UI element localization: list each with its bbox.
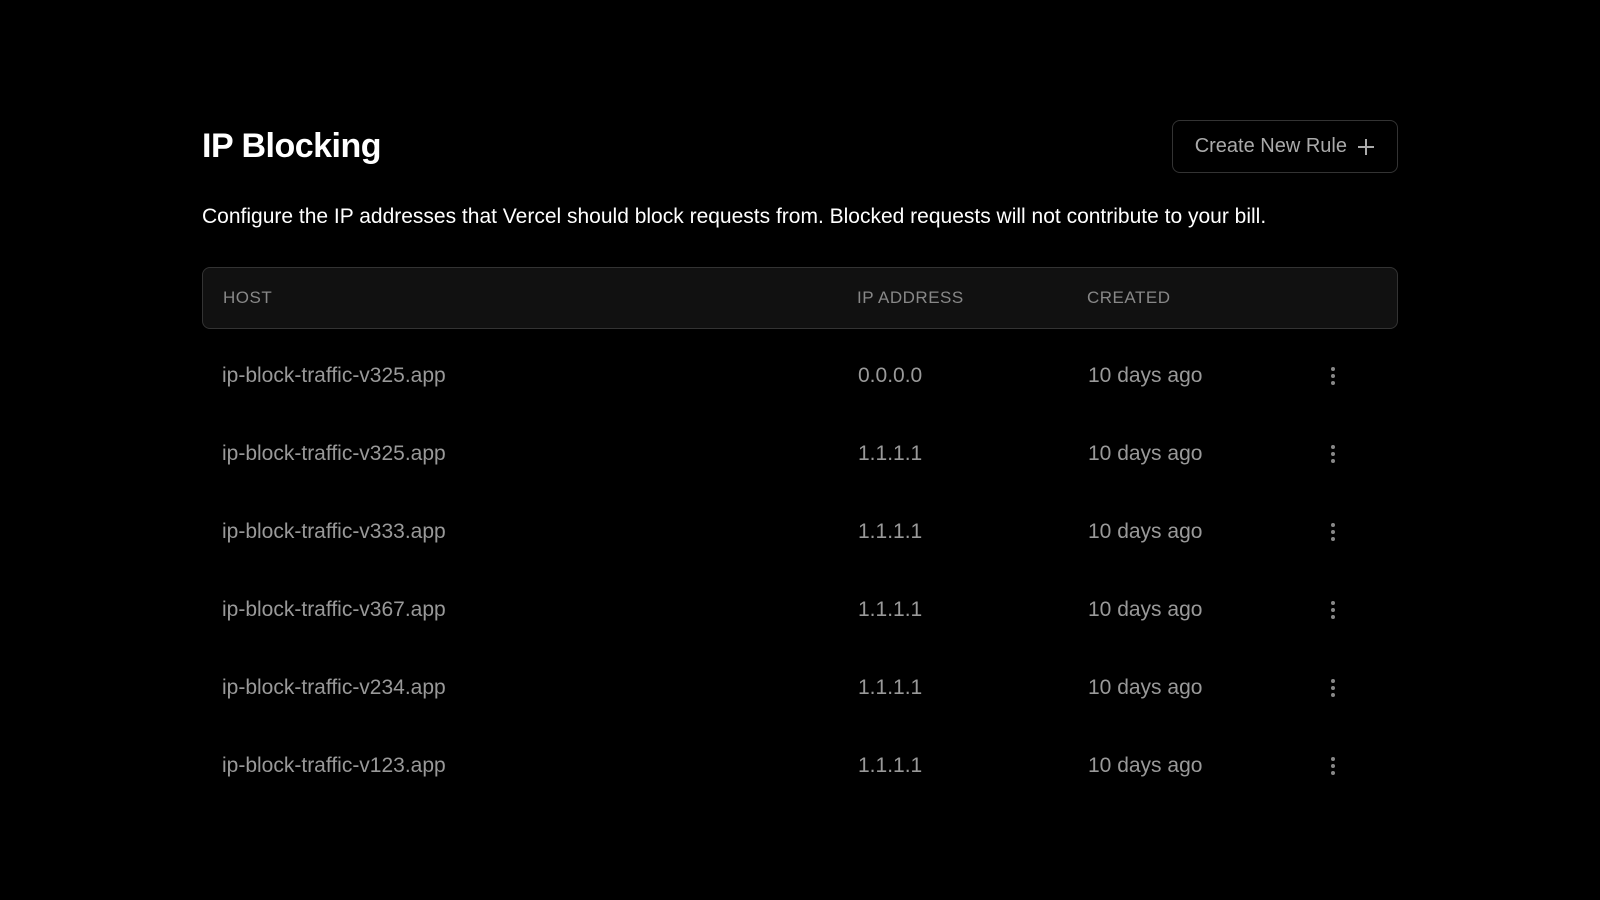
cell-ip-address: 0.0.0.0 (858, 364, 1088, 388)
cell-host: ip-block-traffic-v325.app (222, 442, 858, 466)
table-row: ip-block-traffic-v123.app 1.1.1.1 10 day… (202, 727, 1398, 805)
cell-host: ip-block-traffic-v123.app (222, 754, 858, 778)
cell-host: ip-block-traffic-v367.app (222, 598, 858, 622)
more-actions-button[interactable] (1318, 439, 1348, 469)
cell-ip-address: 1.1.1.1 (858, 442, 1088, 466)
cell-ip-address: 1.1.1.1 (858, 676, 1088, 700)
page-title: IP Blocking (202, 127, 381, 166)
main-container: IP Blocking Create New Rule Configure th… (100, 0, 1500, 805)
create-button-label: Create New Rule (1195, 135, 1347, 158)
cell-created: 10 days ago (1088, 598, 1318, 622)
table-row: ip-block-traffic-v325.app 1.1.1.1 10 day… (202, 415, 1398, 493)
cell-host: ip-block-traffic-v333.app (222, 520, 858, 544)
cell-host: ip-block-traffic-v234.app (222, 676, 858, 700)
cell-host: ip-block-traffic-v325.app (222, 364, 858, 388)
page-description: Configure the IP addresses that Vercel s… (202, 201, 1398, 233)
cell-ip-address: 1.1.1.1 (858, 754, 1088, 778)
cell-created: 10 days ago (1088, 520, 1318, 544)
cell-created: 10 days ago (1088, 676, 1318, 700)
more-actions-button[interactable] (1318, 595, 1348, 625)
more-actions-button[interactable] (1318, 517, 1348, 547)
ip-blocking-table: HOST IP ADDRESS CREATED ip-block-traffic… (202, 267, 1398, 805)
more-vertical-icon (1331, 601, 1335, 619)
plus-icon (1357, 138, 1375, 156)
more-vertical-icon (1331, 679, 1335, 697)
header-row: IP Blocking Create New Rule (202, 120, 1398, 173)
table-row: ip-block-traffic-v333.app 1.1.1.1 10 day… (202, 493, 1398, 571)
column-header-created: CREATED (1087, 288, 1317, 308)
more-vertical-icon (1331, 757, 1335, 775)
cell-created: 10 days ago (1088, 364, 1318, 388)
table-row: ip-block-traffic-v367.app 1.1.1.1 10 day… (202, 571, 1398, 649)
more-actions-button[interactable] (1318, 361, 1348, 391)
column-header-host: HOST (223, 288, 857, 308)
more-vertical-icon (1331, 445, 1335, 463)
more-vertical-icon (1331, 367, 1335, 385)
more-actions-button[interactable] (1318, 673, 1348, 703)
table-row: ip-block-traffic-v325.app 0.0.0.0 10 day… (202, 337, 1398, 415)
more-vertical-icon (1331, 523, 1335, 541)
cell-created: 10 days ago (1088, 442, 1318, 466)
table-header: HOST IP ADDRESS CREATED (202, 267, 1398, 329)
create-new-rule-button[interactable]: Create New Rule (1172, 120, 1398, 173)
cell-created: 10 days ago (1088, 754, 1318, 778)
cell-ip-address: 1.1.1.1 (858, 520, 1088, 544)
table-row: ip-block-traffic-v234.app 1.1.1.1 10 day… (202, 649, 1398, 727)
cell-ip-address: 1.1.1.1 (858, 598, 1088, 622)
column-header-ip-address: IP ADDRESS (857, 288, 1087, 308)
more-actions-button[interactable] (1318, 751, 1348, 781)
column-header-actions (1317, 288, 1377, 308)
